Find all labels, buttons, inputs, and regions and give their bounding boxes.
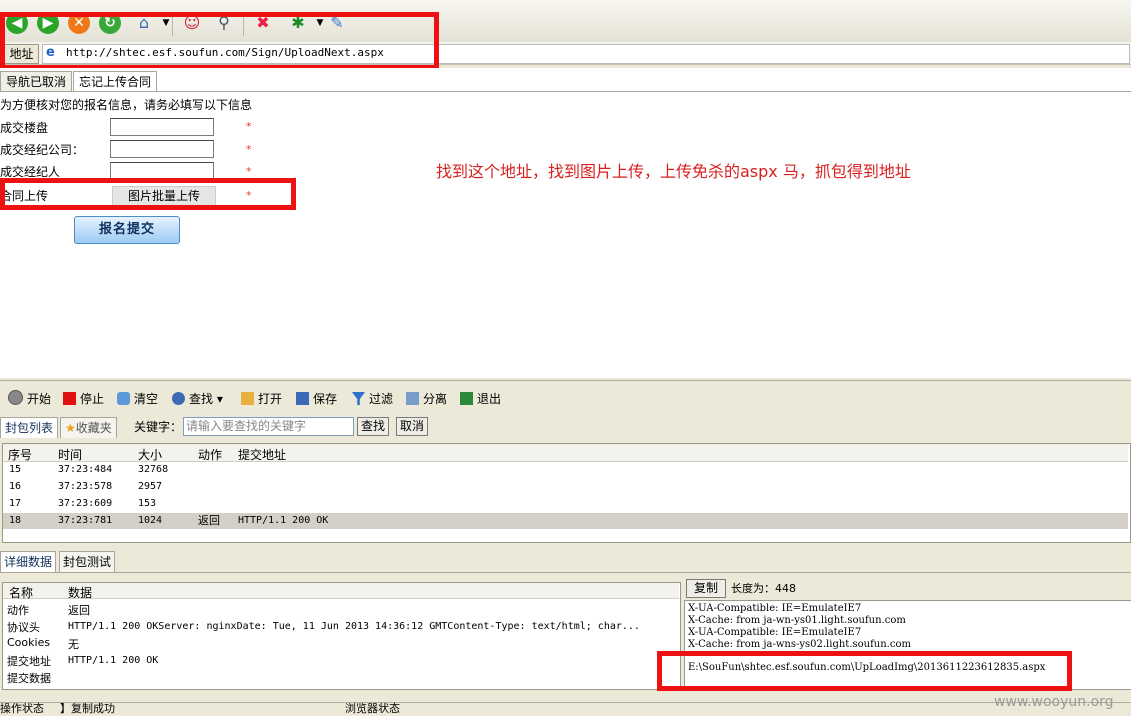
filter-button[interactable]: 过滤 [352, 390, 393, 408]
start-icon [8, 390, 23, 405]
status-bar [0, 702, 1131, 714]
folder-icon [241, 392, 254, 405]
status-left: 操作状态 [0, 702, 44, 715]
field-label-company: 成交经纪公司： [0, 143, 85, 157]
detail-value: HTTP/1.1 200 OKServer: nginxDate: Tue, 1… [68, 621, 640, 632]
raw-line: X-Cache: from ja-wn-ys01.light.soufun.co… [688, 615, 906, 626]
annotation-text: 找到这个地址，找到图片上传，上传免杀的aspx 马，抓包得到地址 [436, 162, 911, 181]
copy-button[interactable]: 复制 [686, 579, 726, 598]
tab-packet-list[interactable]: 封包列表 [0, 417, 59, 438]
col-header-url[interactable]: 提交地址 [238, 446, 286, 463]
property-input[interactable] [110, 118, 214, 136]
detail-value: 无 [68, 638, 79, 651]
company-input[interactable] [110, 140, 214, 158]
detail-name: 提交数据 [7, 672, 51, 685]
table-row-selected[interactable]: 18 37:23:781 1024 返回 HTTP/1.1 200 OK [3, 513, 1128, 529]
table-row[interactable]: 17 37:23:609 153 [3, 496, 1128, 512]
open-button[interactable]: 打开 [241, 390, 282, 408]
field-label-property: 成交楼盘 [0, 121, 49, 135]
raw-line: X-UA-Compatible: IE=EmulateIE7 [688, 603, 862, 614]
col-header-id[interactable]: 序号 [8, 446, 32, 463]
find-button[interactable]: 查找 ▾ [172, 390, 223, 408]
submit-button[interactable]: 报名提交 [74, 216, 180, 244]
raw-line: X-UA-Compatible: IE=EmulateIE7 [688, 627, 862, 638]
star-icon: ★ [65, 421, 76, 435]
col-header-time[interactable]: 时间 [58, 446, 82, 463]
exit-icon [460, 392, 473, 405]
col-header-action[interactable]: 动作 [198, 446, 222, 463]
form-intro: 为方便核对您的报名信息，请务必填写以下信息 [0, 98, 253, 112]
stop-button[interactable]: 停止 [63, 390, 104, 408]
highlight-box-address [0, 12, 439, 70]
detail-name: 动作 [7, 604, 29, 617]
col-header-size[interactable]: 大小 [138, 446, 162, 463]
tab-upload-contract[interactable]: 忘记上传合同 [73, 71, 158, 92]
start-button[interactable]: 开始 [8, 390, 51, 408]
save-button[interactable]: 保存 [296, 390, 337, 408]
detail-value: 返回 [68, 604, 90, 617]
watermark: www.wooyun.org [994, 694, 1114, 710]
detail-name: Cookies [7, 636, 51, 649]
detach-icon [406, 392, 419, 405]
tab-packet-test[interactable]: 封包测试 [59, 551, 116, 572]
highlight-box-path [657, 651, 1072, 691]
save-icon [296, 392, 309, 405]
status-right: 浏览器状态 [345, 702, 400, 715]
detach-button[interactable]: 分离 [406, 390, 447, 408]
filter-icon [352, 392, 365, 405]
detail-name: 提交地址 [7, 655, 51, 668]
table-row[interactable]: 15 37:23:484 32768 [3, 462, 1128, 478]
tab-nav-cancelled[interactable]: 导航已取消 [0, 71, 73, 92]
required-mark: * [246, 143, 252, 156]
keyword-label: 关键字： [134, 420, 183, 434]
clear-button[interactable]: 清空 [117, 390, 158, 408]
raw-line: X-Cache: from ja-wns-ys02.light.soufun.c… [688, 639, 911, 650]
detail-col-data[interactable]: 数据 [68, 584, 92, 601]
binoculars-icon [172, 392, 185, 405]
keyword-input[interactable]: 请输入要查找的关键字 [183, 417, 354, 436]
status-middle: 】复制成功 [60, 702, 115, 715]
detail-name: 协议头 [7, 621, 40, 634]
keyword-cancel-button[interactable]: 取消 [396, 417, 429, 436]
table-row[interactable]: 16 37:23:578 2957 [3, 479, 1128, 495]
stop-icon [63, 392, 76, 405]
tab-detail-data[interactable]: 详细数据 [0, 551, 57, 572]
length-label: 长度为：448 [731, 582, 796, 595]
keyword-find-button[interactable]: 查找 [357, 417, 390, 436]
detail-value: HTTP/1.1 200 OK [68, 655, 159, 666]
exit-button[interactable]: 退出 [460, 390, 501, 408]
required-mark: * [246, 165, 252, 178]
clear-icon [117, 392, 130, 405]
tab-favorites[interactable]: ★收藏夹 [60, 417, 117, 438]
detail-col-name[interactable]: 名称 [9, 584, 33, 601]
highlight-box-upload [0, 178, 296, 210]
required-mark: * [246, 120, 252, 133]
